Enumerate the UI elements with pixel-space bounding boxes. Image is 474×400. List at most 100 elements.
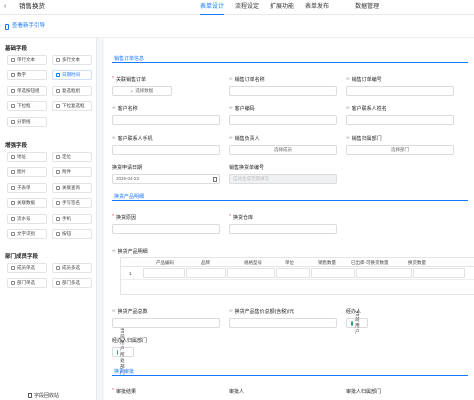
- location-icon: [56, 155, 60, 159]
- field-dropdown-multi[interactable]: 下拉复选框: [52, 101, 92, 111]
- contact-phone-input[interactable]: [112, 145, 220, 155]
- field-ocr[interactable]: 文字识别: [7, 229, 47, 239]
- field-button[interactable]: 按钮: [52, 229, 92, 239]
- field-single-line-text[interactable]: 单行文本: [7, 55, 47, 65]
- field-attachment[interactable]: 附件: [52, 167, 92, 177]
- link-icon: ∞: [112, 248, 116, 254]
- top-bar: ‹ 销售换货 表单设计 流程设定 扩展功能 表单发布 数据管理: [0, 0, 474, 15]
- divider-icon: [11, 120, 15, 124]
- field-dropdown[interactable]: 下拉框: [7, 101, 47, 111]
- field-datetime[interactable]: 日期时间: [52, 70, 92, 80]
- link-icon: ∞: [229, 135, 233, 141]
- calendar-icon[interactable]: [213, 176, 217, 182]
- col-sales-qty: 销售数量: [318, 260, 336, 265]
- link-icon: ∞: [112, 135, 116, 141]
- field-library-panel: 基础字段 单行文本 多行文本 数字 日期时间 单选按钮组 复选框组 下拉框 下拉…: [0, 38, 97, 400]
- product-detail-subform: ∞ 换货产品明细 产品编码 品牌 规格型号 单位 销售数量 已出库-可换货数量 换…: [112, 248, 474, 312]
- exchange-reason-select[interactable]: [112, 224, 220, 234]
- apply-date-input[interactable]: 2025-04-23: [112, 174, 220, 184]
- textarea-icon: [56, 58, 60, 62]
- field-checkbox-group[interactable]: 复选框组: [52, 86, 92, 96]
- field-related-query[interactable]: 关联查询: [52, 183, 92, 193]
- handler-dept-chip[interactable]: 当前用户所处部门: [112, 328, 134, 375]
- order-name-input[interactable]: [229, 86, 337, 96]
- tab-data-management[interactable]: 数据管理: [355, 0, 379, 15]
- total-qty-input[interactable]: [112, 318, 220, 328]
- cell-brand[interactable]: [186, 268, 226, 278]
- field-multi-line-text[interactable]: 多行文本: [52, 55, 92, 65]
- contact-name-input[interactable]: [346, 115, 454, 125]
- link-icon: ∞: [229, 76, 233, 82]
- link-icon: ∞: [346, 105, 350, 111]
- tab-form-design[interactable]: 表单设计: [200, 0, 225, 15]
- cell-shipped-qty[interactable]: [356, 268, 412, 278]
- field-number[interactable]: 数字: [7, 70, 47, 80]
- serial-icon: [11, 217, 15, 221]
- link-icon: ∞: [229, 105, 233, 111]
- group-title-basic: 基础字段: [5, 46, 28, 52]
- member-icon: [11, 266, 15, 270]
- select-member-button[interactable]: 选择成员: [229, 145, 337, 155]
- exchange-no-input: 自动生成无需填写: [229, 174, 337, 184]
- button-icon: [56, 232, 60, 236]
- field-radio-group[interactable]: 单选按钮组: [7, 86, 47, 96]
- field-related-data[interactable]: 关联数据: [7, 198, 47, 208]
- departments-icon: [56, 281, 60, 285]
- tab-process-settings[interactable]: 流程设定: [235, 0, 259, 15]
- field-subform[interactable]: 子表单: [7, 183, 47, 193]
- section-divider: [112, 200, 468, 201]
- col-brand: 品牌: [201, 260, 210, 265]
- field-mobile[interactable]: 手机: [52, 214, 92, 224]
- section-title-product-detail: 换货产品明细: [114, 194, 145, 200]
- field-signature[interactable]: 手写签名: [52, 198, 92, 208]
- dropdown-multi-icon: [56, 104, 60, 108]
- table-header: 产品编码 品牌 规格型号 单位 销售数量 已出库-可换货数量 换货数量: [121, 258, 474, 267]
- mobile-icon: [56, 217, 60, 221]
- customer-name-input[interactable]: [112, 115, 220, 125]
- cell-sales-qty[interactable]: [311, 268, 355, 278]
- field-image[interactable]: 图片: [7, 167, 47, 177]
- field-serial-number[interactable]: 流水号: [7, 214, 47, 224]
- field-member-multi[interactable]: 成员多选: [52, 263, 92, 273]
- link-icon: ∞: [346, 76, 350, 82]
- ocr-icon: [11, 232, 15, 236]
- field-divider[interactable]: 分割线: [7, 117, 47, 127]
- field-member-single[interactable]: 成员单选: [7, 263, 47, 273]
- tab-extensions[interactable]: 扩展功能: [270, 0, 294, 15]
- field-address[interactable]: 地址: [7, 152, 47, 162]
- total-price-input[interactable]: [229, 318, 337, 328]
- warehouse-select[interactable]: [229, 224, 337, 234]
- table-row: 1: [121, 267, 474, 280]
- trash-icon: [28, 393, 32, 398]
- cell-spec[interactable]: [227, 268, 275, 278]
- dropdown-icon: [11, 104, 15, 108]
- handler-chip[interactable]: 当前用户: [346, 311, 368, 334]
- subform-icon: [11, 186, 15, 190]
- select-data-button[interactable]: + 选择数据: [112, 86, 172, 96]
- plus-icon: +: [130, 88, 134, 94]
- link-icon: ∞: [112, 308, 116, 314]
- tab-form-publish[interactable]: 表单发布: [305, 0, 329, 15]
- order-no-input[interactable]: [346, 86, 454, 96]
- customer-code-input[interactable]: [229, 115, 337, 125]
- section-divider: [112, 62, 468, 63]
- image-icon: [11, 170, 15, 174]
- cell-product-code[interactable]: [143, 268, 185, 278]
- field-dept-single[interactable]: 部门单选: [7, 278, 47, 288]
- cell-unit[interactable]: [276, 268, 310, 278]
- section-divider: [112, 375, 468, 376]
- field-recycle-bin[interactable]: 字段回收站: [28, 392, 59, 399]
- guide-link[interactable]: 查看新手引导: [5, 23, 45, 30]
- number-icon: [11, 73, 15, 77]
- form-canvas: 销售订单信息 * 关联销售订单 + 选择数据 ∞ 销售订单名称 ∞ 销售订单编号 ∞ 客户…: [104, 38, 474, 400]
- group-title-enhanced: 增强字段: [5, 143, 28, 149]
- field-location[interactable]: 定位: [52, 152, 92, 162]
- field-dept-multi[interactable]: 部门多选: [52, 278, 92, 288]
- col-unit: 单位: [285, 260, 294, 265]
- guide-link-label: 查看新手引导: [12, 23, 46, 29]
- select-department-button[interactable]: 选择部门: [346, 145, 454, 155]
- text-icon: [11, 58, 15, 62]
- row-number: 1: [129, 271, 132, 276]
- back-arrow-icon[interactable]: ‹: [4, 3, 12, 11]
- cell-exchange-qty[interactable]: [413, 268, 465, 278]
